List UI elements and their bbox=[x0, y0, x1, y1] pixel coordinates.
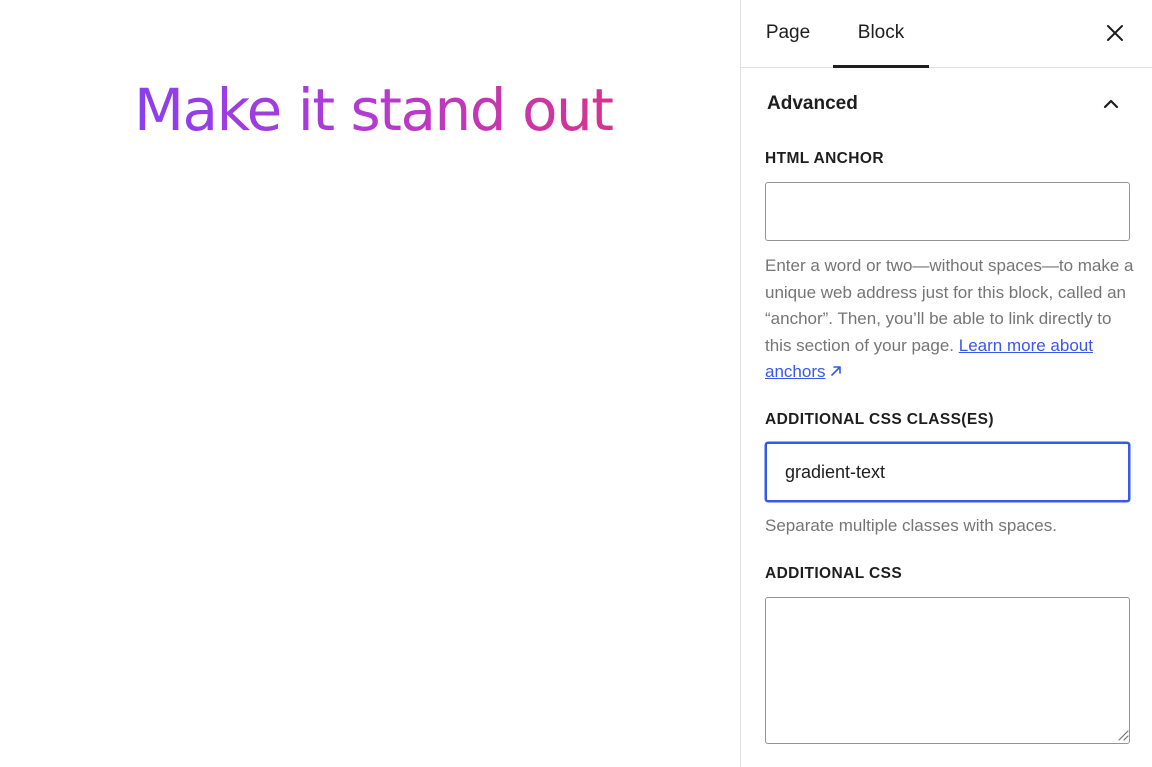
external-arrow-icon bbox=[831, 366, 842, 377]
html-anchor-label: HTML ANCHOR bbox=[765, 150, 884, 167]
gradient-heading-block[interactable]: Make it stand out bbox=[134, 74, 614, 146]
advanced-panel-toggle[interactable]: Advanced bbox=[767, 86, 1122, 122]
close-sidebar-button[interactable] bbox=[1102, 20, 1128, 46]
panel-title: Advanced bbox=[767, 93, 858, 114]
tab-block[interactable]: Block bbox=[833, 0, 929, 68]
html-anchor-help: Enter a word or two—without spaces—to ma… bbox=[765, 253, 1135, 386]
additional-css-label: ADDITIONAL CSS bbox=[765, 565, 903, 582]
additional-css-textarea[interactable] bbox=[765, 597, 1130, 744]
css-classes-label: ADDITIONAL CSS CLASS(ES) bbox=[765, 411, 994, 428]
editor-canvas: Make it stand out bbox=[0, 0, 740, 767]
resize-handle-icon[interactable] bbox=[1117, 729, 1129, 741]
tab-page[interactable]: Page bbox=[765, 0, 811, 68]
css-classes-help: Separate multiple classes with spaces. bbox=[765, 516, 1057, 535]
chevron-up-icon bbox=[1103, 99, 1119, 109]
close-icon bbox=[1107, 25, 1123, 41]
css-classes-input[interactable] bbox=[765, 442, 1130, 502]
html-anchor-input[interactable] bbox=[765, 182, 1130, 241]
sidebar-tabs: Page Block bbox=[741, 0, 1152, 68]
settings-sidebar: Page Block Advanced HTML ANCHOR Enter a … bbox=[740, 0, 1152, 767]
